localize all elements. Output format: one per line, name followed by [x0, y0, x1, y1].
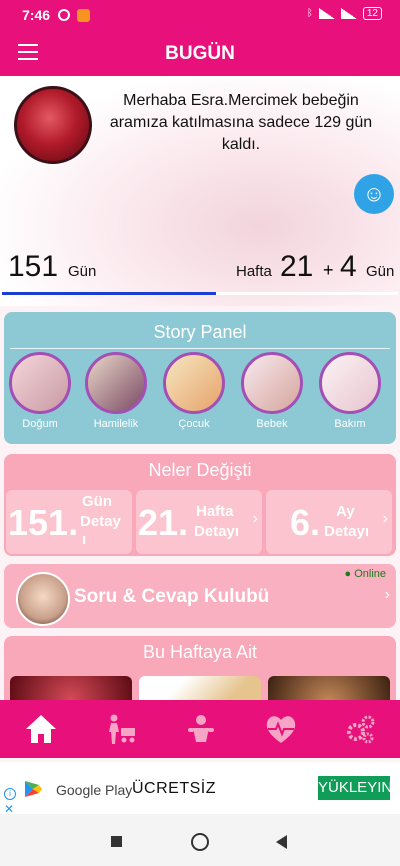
recents-button[interactable] [111, 836, 122, 847]
bluetooth-icon: ᛒ [306, 8, 313, 19]
back-button[interactable] [276, 835, 287, 849]
days-label: Gün [68, 263, 97, 280]
page-title: BUGÜN [165, 43, 235, 64]
info-icon[interactable]: i [4, 788, 16, 800]
story-label: Bakım [334, 418, 366, 430]
extra-days-count: 4 [340, 250, 357, 283]
story-item-bebek[interactable]: Bebek [240, 352, 304, 430]
signal-icon [318, 8, 335, 19]
store-name: Google Play [56, 782, 133, 798]
detail-label-2: Detay [80, 513, 121, 530]
nav-settings[interactable] [320, 700, 400, 758]
nav-home[interactable] [0, 700, 80, 758]
plus-sign: + [323, 260, 334, 280]
days-count: 151 [8, 250, 59, 283]
story-thumbnail [85, 352, 147, 414]
story-thumbnail [241, 352, 303, 414]
install-button[interactable]: YÜKLEYIN [318, 776, 392, 800]
pregnancy-progress-bar [2, 292, 398, 295]
app-notification-icon [77, 9, 90, 22]
pregnant-stroller-icon [109, 714, 135, 744]
story-label: Çocuk [178, 418, 210, 430]
story-label: Doğum [22, 418, 58, 430]
bottom-navigation [0, 700, 400, 758]
battery-indicator: 12 [362, 7, 382, 20]
divider [10, 348, 390, 349]
story-thumbnail [9, 352, 71, 414]
system-navigation [0, 814, 400, 866]
story-panel: Story Panel Doğum Hamilelik Çocuk Bebek … [4, 312, 396, 444]
alarm-icon [58, 9, 70, 21]
chevron-right-icon: › [382, 510, 388, 527]
club-label: Soru & Cevap Kulubü [74, 586, 270, 607]
story-item-hamilelik[interactable]: Hamilelik [84, 352, 148, 430]
nav-baby[interactable] [160, 700, 240, 758]
story-panel-title: Story Panel [153, 322, 247, 342]
baby-face-icon[interactable]: ☺ [354, 174, 394, 214]
story-label: Bebek [256, 418, 288, 430]
status-right: ᛒ 12 [307, 7, 382, 20]
weeks-count: 21 [280, 250, 314, 283]
this-week-title: Bu Haftaya Ait [142, 642, 258, 662]
detail-label-1: Hafta [196, 503, 234, 520]
status-bar: 7:46 ᛒ 12 [0, 0, 400, 32]
story-item-bakim[interactable]: Bakım [318, 352, 382, 430]
online-status: ● Online [344, 568, 387, 580]
detail-label-2: Detayı [194, 523, 240, 540]
baby-icon [188, 715, 214, 742]
progress-fill [2, 292, 216, 295]
story-thumbnail [319, 352, 381, 414]
neler-degisti-panel: Neler Değişti 151. Gün Detay ı 21. Hafta… [4, 454, 396, 556]
story-item-dogum[interactable]: Doğum [8, 352, 72, 430]
ad-banner[interactable]: i ✕ Google Play ÜCRETSİZ YÜKLEYIN [0, 762, 400, 816]
detail-number: 151. [8, 502, 79, 543]
gears-icon [347, 715, 375, 744]
fetus-image [14, 86, 92, 164]
club-avatar [16, 572, 70, 626]
this-week-panel: Bu Haftaya Ait [4, 636, 396, 706]
greeting-text: Merhaba Esra.Mercimek bebeğin aramıza ka… [109, 92, 373, 153]
story-item-cocuk[interactable]: Çocuk [162, 352, 226, 430]
neler-degisti-title: Neler Değişti [148, 460, 252, 480]
month-detail-card[interactable]: 6. Ay Detayı › [266, 490, 392, 554]
day-detail-card[interactable]: 151. Gün Detay ı [6, 490, 132, 554]
heart-pulse-icon [266, 716, 296, 743]
chevron-right-icon: › [252, 510, 258, 527]
week-detail-card[interactable]: 21. Hafta Detayı › [136, 490, 262, 554]
detail-number: 6. [290, 502, 321, 543]
week-label: Hafta [236, 263, 272, 280]
signal-icon-2 [340, 8, 357, 19]
qa-club-card[interactable]: Soru & Cevap Kulubü ● Online › [4, 564, 396, 628]
nav-health[interactable] [240, 700, 320, 758]
nav-pregnancy[interactable] [80, 700, 160, 758]
detail-label-1: Ay [336, 503, 355, 520]
app-bar: BUGÜN [0, 32, 400, 76]
extra-days-label: Gün [366, 263, 395, 280]
google-play-icon [25, 781, 42, 797]
status-time: 7:46 [22, 7, 51, 23]
ad-free-text: ÜCRETSİZ [132, 780, 216, 797]
home-button[interactable] [191, 833, 209, 851]
home-icon [26, 715, 56, 743]
detail-label-2: Detayı [324, 523, 370, 540]
story-label: Hamilelik [93, 418, 139, 430]
chevron-right-icon: › [384, 586, 390, 603]
detail-label-3: ı [82, 531, 87, 548]
story-thumbnail [163, 352, 225, 414]
detail-label-1: Gün [82, 493, 112, 510]
detail-number: 21. [138, 502, 189, 543]
